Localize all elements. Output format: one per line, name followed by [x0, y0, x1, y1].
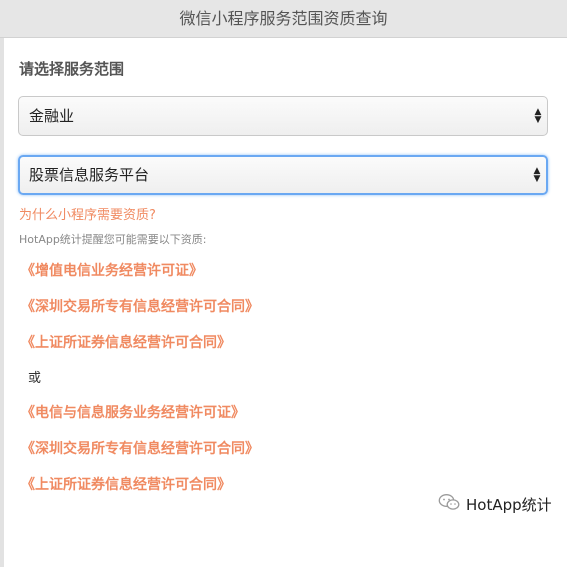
watermark: HotApp统计 — [438, 493, 552, 515]
qualification-item: 《增值电信业务经营许可证》 — [21, 263, 203, 279]
category-select-value: 金融业 — [29, 107, 75, 125]
watermark-text: HotApp统计 — [466, 495, 552, 514]
window-titlebar: 微信小程序服务范围资质查询 — [0, 0, 567, 38]
or-separator: 或 — [28, 371, 42, 386]
qualification-hint: HotApp统计提醒您可能需要以下资质: — [19, 233, 207, 246]
window-title: 微信小程序服务范围资质查询 — [179, 9, 388, 28]
qualification-item: 《深圳交易所专有信息经营许可合同》 — [21, 441, 259, 457]
qualification-item: 《深圳交易所专有信息经营许可合同》 — [21, 299, 259, 315]
main-panel: 请选择服务范围 金融业 ▲ ▼ 股票信息服务平台 ▲ ▼ 为什么小程序需要资质? H… — [4, 38, 567, 567]
subcategory-select[interactable]: 股票信息服务平台 ▲ ▼ — [18, 155, 548, 195]
subcategory-select-value: 股票信息服务平台 — [29, 166, 150, 184]
category-select[interactable]: 金融业 ▲ ▼ — [18, 96, 548, 136]
select-arrows-icon: ▲ ▼ — [534, 107, 542, 125]
select-arrows-icon: ▲ ▼ — [533, 166, 541, 184]
wechat-icon — [438, 493, 460, 515]
qualification-item: 《上证所证券信息经营许可合同》 — [21, 477, 231, 493]
qualification-item: 《电信与信息服务业务经营许可证》 — [21, 405, 245, 421]
qualification-item: 《上证所证券信息经营许可合同》 — [21, 335, 231, 351]
section-label: 请选择服务范围 — [19, 60, 125, 78]
why-qualification-link[interactable]: 为什么小程序需要资质? — [19, 204, 156, 223]
